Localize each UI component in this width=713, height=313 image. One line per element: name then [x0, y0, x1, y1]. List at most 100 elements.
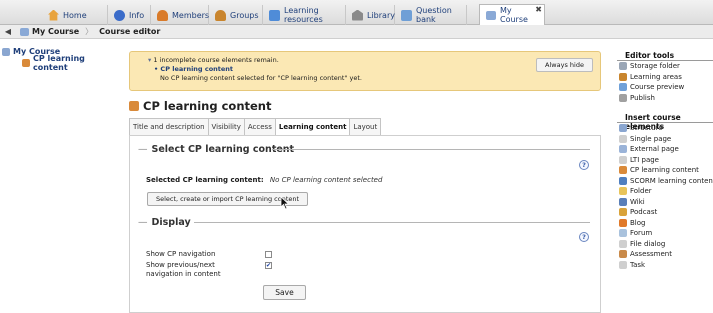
field-value: No CP learning content selected [269, 176, 383, 184]
folder-icon [619, 187, 627, 196]
learning-areas-icon [619, 72, 627, 81]
save-button[interactable]: Save [263, 285, 306, 300]
tab-home[interactable]: Home [42, 5, 108, 25]
course-preview-icon [619, 83, 627, 92]
tab-layout[interactable]: Layout [349, 118, 382, 136]
selected-content-field: Selected CP learning content: No CP lear… [146, 176, 382, 184]
forum-icon [619, 229, 627, 238]
close-icon[interactable]: ✖ [535, 5, 542, 14]
show-navigation-label: Show CP navigation [146, 250, 216, 258]
tool-item-single-page[interactable]: Single page [617, 134, 713, 145]
tool-item-scorm-learning-content[interactable]: SCORM learning content [617, 176, 713, 187]
tab-members[interactable]: Members [151, 5, 209, 25]
tab-label: Groups [230, 10, 259, 20]
tab-library[interactable]: Library [346, 5, 395, 25]
breadcrumb-course-label: My Course [32, 27, 80, 36]
single-page-icon [619, 134, 627, 143]
course-tree: My Course CP learning content [2, 46, 120, 72]
tool-item-label: Folder [630, 187, 652, 196]
notice-detail: No CP learning content selected for "CP … [160, 74, 362, 82]
tool-item-label: Learning areas [630, 72, 682, 81]
cp-learning-content-icon [619, 166, 627, 175]
tool-item-learning-areas[interactable]: Learning areas [617, 72, 713, 83]
external-page-icon [619, 145, 627, 154]
groups-icon [215, 9, 226, 21]
show-prev-next-label-2: navigation in content [146, 270, 221, 278]
tool-item-external-page[interactable]: External page [617, 144, 713, 155]
tool-item-label: Publish [630, 93, 655, 102]
tab-learning-resources[interactable]: Learning resources [263, 5, 346, 25]
tool-item-blog[interactable]: Blog [617, 218, 713, 229]
show-prev-next-checkbox[interactable]: ✔ [265, 262, 272, 269]
breadcrumb-editor-label: Course editor [99, 27, 161, 36]
tool-item-label: LTI page [630, 155, 659, 164]
tool-item-label: Blog [630, 218, 646, 227]
notice-line: 1 incomplete course elements remain. [148, 56, 362, 65]
wiki-icon [619, 197, 627, 206]
section-display: — Display [138, 216, 191, 228]
tab-question-bank[interactable]: Question bank [395, 5, 467, 25]
structure-icon [619, 124, 627, 133]
course-icon [20, 27, 29, 36]
info-icon [114, 9, 125, 21]
scorm-learning-content-icon [619, 176, 627, 185]
tool-item-structure[interactable]: Structure [617, 123, 713, 134]
tool-item-file-dialog[interactable]: File dialog [617, 239, 713, 250]
assessment-icon [619, 250, 627, 259]
tool-item-folder[interactable]: Folder [617, 186, 713, 197]
tab-groups[interactable]: Groups [209, 5, 263, 25]
storage-folder-icon [619, 62, 627, 71]
tab-visibility[interactable]: Visibility [207, 118, 245, 136]
publish-icon [619, 93, 627, 102]
cp-learning-content-icon [22, 58, 30, 67]
tool-item-label: Wiki [630, 197, 645, 206]
tree-node-cp-learning-content[interactable]: CP learning content [2, 54, 120, 72]
tool-item-label: Podcast [630, 208, 658, 217]
tool-item-podcast[interactable]: Podcast [617, 207, 713, 218]
always-hide-button[interactable]: Always hide [536, 58, 593, 72]
show-prev-next-label-1: Show previous/next [146, 261, 215, 269]
file-dialog-icon [619, 239, 627, 248]
tool-item-label: Single page [630, 134, 672, 143]
mouse-pointer-icon [280, 196, 290, 210]
tool-item-assessment[interactable]: Assessment [617, 249, 713, 260]
help-icon[interactable]: ? [579, 232, 589, 242]
tool-item-label: CP learning content [630, 166, 699, 175]
tab-title-description[interactable]: Title and description [129, 118, 209, 136]
tab-label: Question bank [416, 6, 452, 24]
tab-label: Members [172, 10, 210, 20]
tool-item-lti-page[interactable]: LTI page [617, 155, 713, 166]
tab-learning-content[interactable]: Learning content [274, 118, 351, 136]
insert-elements-title: Insert course elements [617, 113, 713, 131]
tool-item-task[interactable]: Task [617, 260, 713, 271]
editor-tools-panel: Editor tools Storage folder Learning area… [617, 45, 713, 313]
tool-item-storage-folder[interactable]: Storage folder [617, 61, 713, 72]
tool-item-cp-learning-content[interactable]: CP learning content [617, 165, 713, 176]
tool-item-forum[interactable]: Forum [617, 228, 713, 239]
show-navigation-checkbox[interactable] [265, 251, 272, 258]
tool-item-label: Assessment [630, 250, 672, 259]
tool-item-course-preview[interactable]: Course preview [617, 82, 713, 93]
breadcrumb-separator: 〉 [85, 27, 94, 36]
tool-item-wiki[interactable]: Wiki [617, 197, 713, 208]
breadcrumb-course[interactable]: My Course [16, 27, 83, 36]
blog-icon [619, 218, 627, 227]
back-arrow-icon[interactable]: ◀ [0, 27, 16, 36]
tab-info[interactable]: Info [108, 5, 151, 25]
notice-element-link[interactable]: CP learning content [148, 65, 362, 74]
tree-node-label: CP learning content [33, 53, 85, 72]
tab-my-course[interactable]: My Course ✖ [479, 4, 545, 26]
help-icon[interactable]: ? [579, 160, 589, 170]
tool-item-publish[interactable]: Publish [617, 93, 713, 104]
tool-item-label: Structure [630, 124, 663, 133]
tool-item-label: SCORM learning content [630, 176, 713, 185]
tab-access[interactable]: Access [243, 118, 276, 136]
editor-tools-title: Editor tools [617, 51, 713, 61]
tool-item-label: External page [630, 145, 679, 154]
podcast-icon [619, 208, 627, 217]
divider [194, 222, 590, 223]
lti-page-icon [619, 155, 627, 164]
page-title: CP learning content [129, 99, 271, 113]
section-title: Display [151, 216, 191, 228]
breadcrumb: ◀ My Course 〉 Course editor [0, 25, 713, 39]
